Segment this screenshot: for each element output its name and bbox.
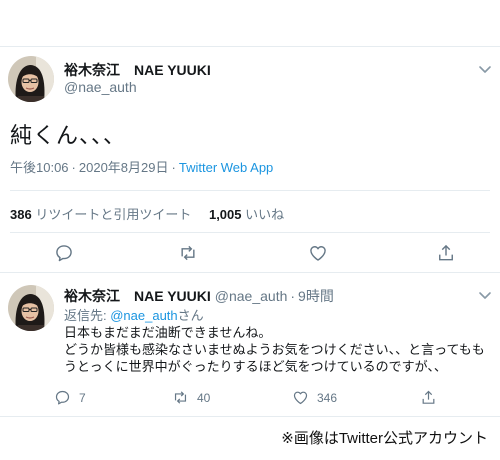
- like-count: 1,005: [208, 207, 242, 222]
- share-icon: [420, 389, 437, 406]
- retweet-count: 40: [197, 390, 211, 405]
- retweet-icon: [172, 389, 189, 406]
- reply-icon: [54, 389, 71, 406]
- chevron-down-icon[interactable]: [476, 60, 494, 78]
- reply-suffix: さん: [177, 308, 204, 323]
- retweets-stat[interactable]: 386 リツイートと引用ツイート: [10, 207, 191, 222]
- like-icon: [292, 389, 309, 406]
- retweet-button[interactable]: [178, 243, 198, 263]
- meta-separator: ·: [290, 288, 296, 304]
- share-button[interactable]: [420, 389, 437, 406]
- tweet-date[interactable]: 2020年8月29日: [79, 160, 169, 175]
- reply-icon: [54, 243, 74, 263]
- like-count: 346: [317, 390, 338, 405]
- top-strip: [0, 0, 500, 46]
- display-name[interactable]: 裕木奈江 NAE YUUKI: [64, 60, 211, 80]
- share-icon: [436, 243, 456, 263]
- reply-text: 日本もまだまだ油断できませんね。 どうか皆様も感染なさいませぬようお気をつけくだ…: [64, 324, 496, 375]
- like-icon: [308, 243, 328, 263]
- retweet-count: 386: [10, 207, 32, 222]
- avatar[interactable]: [8, 285, 54, 331]
- avatar[interactable]: [8, 56, 54, 102]
- meta-separator: ·: [171, 160, 176, 175]
- retweet-label: リツイートと引用ツイート: [35, 207, 192, 222]
- reply-author-row: 裕木奈江 NAE YUUKI @nae_auth · 9時間: [64, 286, 334, 306]
- reply-mention[interactable]: @nae_auth: [110, 308, 177, 323]
- reply-text-line: うとっくに世界中がぐったりするほど気をつけているのですが、、: [64, 359, 447, 374]
- likes-stat[interactable]: 1,005 いいね: [209, 207, 284, 222]
- retweet-icon: [178, 243, 198, 263]
- reply-text-line: どうか皆様も感染なさいませぬようお気をつけください、、と言ってもも: [64, 342, 485, 357]
- like-button[interactable]: 346: [292, 389, 337, 406]
- divider: [10, 232, 490, 233]
- tweet-time[interactable]: 午後10:06: [10, 160, 69, 175]
- tweet-meta: 午後10:06 · 2020年8月29日 · Twitter Web App: [10, 157, 273, 176]
- display-name[interactable]: 裕木奈江 NAE YUUKI: [64, 286, 211, 306]
- reply-button[interactable]: [54, 243, 74, 263]
- reply-count: 7: [79, 390, 86, 405]
- author-name[interactable]: 裕木奈江 NAE YUUKI: [64, 60, 211, 80]
- tweet-source[interactable]: Twitter Web App: [179, 160, 273, 175]
- share-button[interactable]: [436, 243, 456, 263]
- handle[interactable]: @nae_auth: [215, 288, 288, 304]
- chevron-down-icon[interactable]: [476, 286, 494, 304]
- handle[interactable]: @nae_auth: [64, 79, 137, 95]
- tweet-time[interactable]: 9時間: [298, 286, 334, 306]
- reply-context: 返信先: @nae_authさん: [64, 305, 204, 324]
- engagement-stats: 386 リツイートと引用ツイート 1,005 いいね: [10, 204, 284, 223]
- retweet-button[interactable]: 40: [172, 389, 210, 406]
- image-credit-caption: ※画像はTwitter公式アカウント: [281, 430, 488, 447]
- divider: [10, 190, 490, 191]
- reply-button[interactable]: 7: [54, 389, 86, 406]
- like-button[interactable]: [308, 243, 328, 263]
- author-handle-row: @nae_auth: [64, 79, 137, 95]
- meta-separator: ·: [71, 160, 76, 175]
- reply-prefix: 返信先:: [64, 308, 111, 323]
- tweet-text: 純くん、、、: [10, 123, 127, 148]
- like-label: いいね: [245, 207, 285, 222]
- reply-text-line: 日本もまだまだ油断できませんね。: [64, 325, 272, 340]
